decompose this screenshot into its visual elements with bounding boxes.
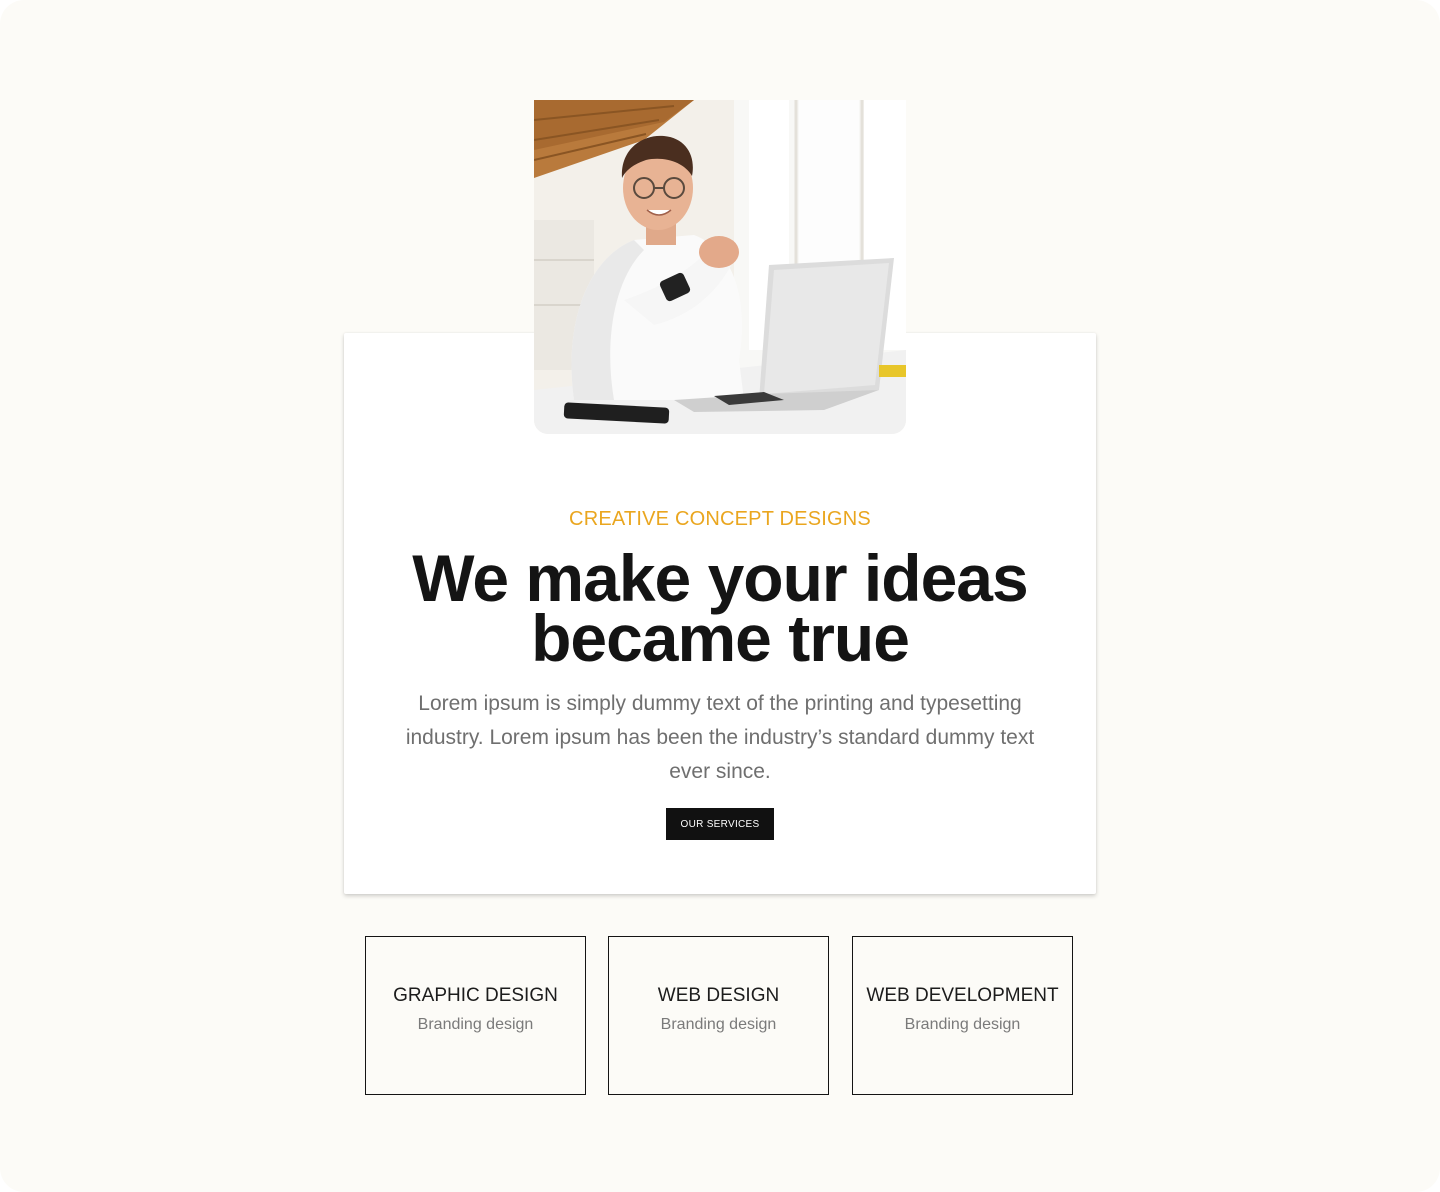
page: CREATIVE CONCEPT DESIGNS We make your id… xyxy=(0,0,1440,1192)
service-subtitle: Branding design xyxy=(660,1016,777,1033)
service-title: WEB DEVELOPMENT xyxy=(866,985,1059,1006)
service-subtitle: Branding design xyxy=(417,1016,534,1033)
service-title: WEB DESIGN xyxy=(657,985,780,1006)
service-card-web-development[interactable]: WEB DEVELOPMENT Branding design xyxy=(852,936,1073,1095)
service-title: GRAPHIC DESIGN xyxy=(393,985,558,1006)
hero-eyebrow: CREATIVE CONCEPT DESIGNS xyxy=(569,508,871,530)
hero-photo xyxy=(534,100,906,434)
hero-description: Lorem ipsum is simply dummy text of the … xyxy=(405,692,1035,783)
service-card-web-design[interactable]: WEB DESIGN Branding design xyxy=(608,936,829,1095)
hero-headline: We make your ideas became true xyxy=(344,545,1096,671)
hero-headline-line2: became true xyxy=(531,601,910,675)
our-services-button[interactable]: OUR SERVICES xyxy=(666,808,774,840)
service-card-graphic-design[interactable]: GRAPHIC DESIGN Branding design xyxy=(365,936,586,1095)
service-subtitle: Branding design xyxy=(904,1016,1021,1033)
